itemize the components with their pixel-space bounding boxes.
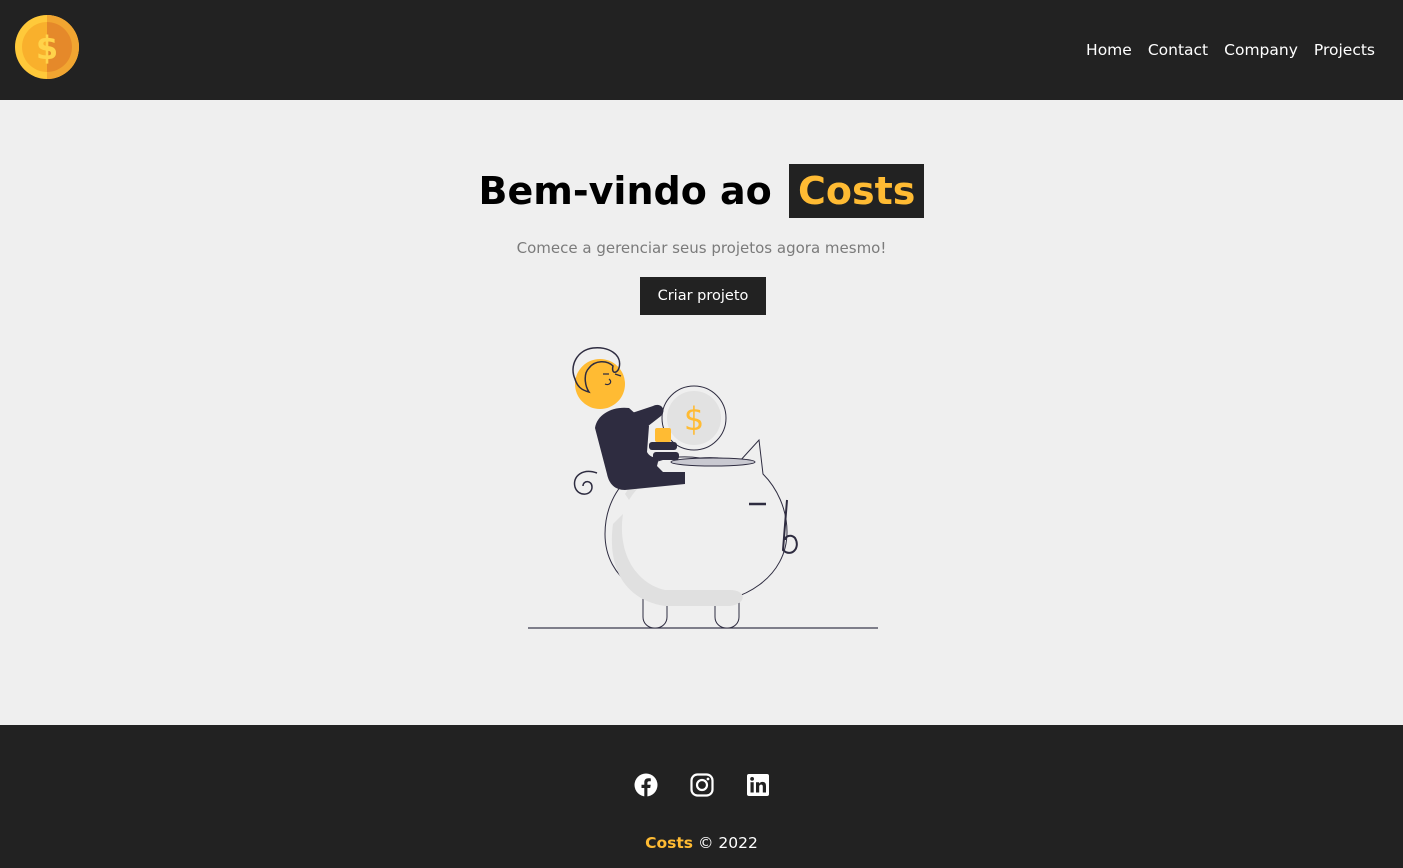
create-project-button[interactable]: Criar projeto — [640, 277, 766, 315]
nav-link-projects[interactable]: Projects — [1314, 39, 1375, 61]
piggy-bank-savings-illustration: $ — [525, 344, 881, 634]
footer: Costs © 2022 — [0, 725, 1403, 868]
copyright-brand: Costs — [645, 834, 694, 852]
svg-text:$: $ — [36, 29, 58, 67]
nav-links: Home Contact Company Projects — [1086, 39, 1375, 61]
copyright: Costs © 2022 — [0, 834, 1403, 852]
svg-text:$: $ — [684, 400, 704, 438]
social-links — [0, 773, 1403, 797]
dollar-coin-icon[interactable]: $ — [14, 14, 80, 80]
instagram-icon[interactable] — [689, 773, 714, 797]
hero-title-prefix: Bem-vindo ao — [478, 169, 772, 213]
hero-section: Bem-vindo ao Costs Comece a gerenciar se… — [0, 100, 1403, 725]
hero-subtitle: Comece a gerenciar seus projetos agora m… — [516, 239, 887, 257]
hero-title-brand: Costs — [789, 164, 925, 218]
navbar: $ Home Contact Company Projects — [0, 0, 1403, 100]
nav-link-company[interactable]: Company — [1224, 39, 1298, 61]
nav-link-home[interactable]: Home — [1086, 39, 1132, 61]
nav-link-contact[interactable]: Contact — [1148, 39, 1208, 61]
facebook-icon[interactable] — [634, 773, 658, 797]
hero-title: Bem-vindo ao Costs — [0, 164, 1403, 218]
linkedin-icon[interactable] — [746, 773, 770, 797]
copyright-text: © 2022 — [697, 834, 758, 852]
